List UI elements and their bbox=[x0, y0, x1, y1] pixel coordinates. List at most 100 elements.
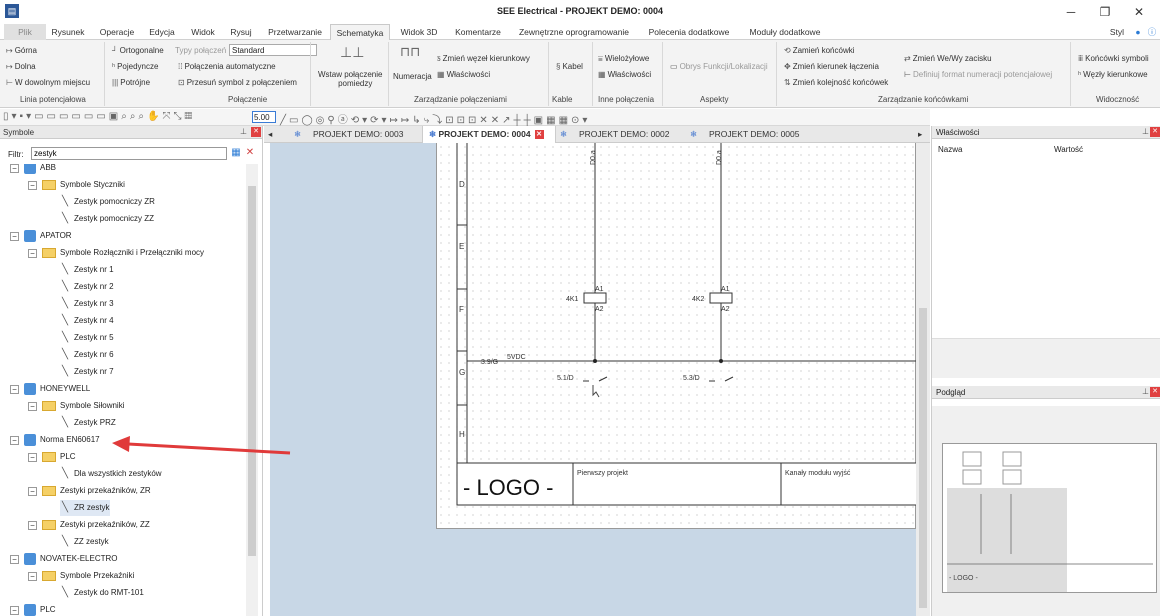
koncowki-symboli-toggle[interactable]: ⅲ Końcówki symboli bbox=[1078, 54, 1149, 63]
expand-toggle[interactable]: − bbox=[10, 164, 19, 173]
expand-toggle[interactable]: − bbox=[10, 555, 19, 564]
library-node[interactable]: NOVATEK-ELECTRO bbox=[24, 551, 118, 567]
tab-zewnetrzne[interactable]: Zewnętrzne oprogramowanie bbox=[514, 24, 634, 40]
info-icon[interactable]: ⓘ bbox=[1146, 24, 1158, 40]
folder-node[interactable]: Symbole Styczniki bbox=[42, 177, 125, 193]
kierunek-button[interactable]: ✥ Zmień kierunek łączenia bbox=[784, 62, 879, 71]
library-node[interactable]: Norma EN60617 bbox=[24, 432, 100, 448]
zoom-select[interactable]: 5.00 bbox=[252, 111, 276, 123]
format-numeracji-button[interactable]: ⊢ Definiuj format numeracji potencjałowej bbox=[904, 70, 1052, 79]
doc-tab-0002[interactable]: ❄ PROJEKT DEMO: 0002 bbox=[560, 126, 690, 143]
preview-area[interactable]: - LOGO - bbox=[932, 406, 1160, 616]
tab-komentarze[interactable]: Komentarze bbox=[450, 24, 506, 40]
przesun-button[interactable]: ⊡ Przesuń symbol z połączeniem bbox=[178, 78, 297, 87]
tab-plik[interactable]: Plik bbox=[4, 24, 46, 40]
close-icon[interactable]: ✕ bbox=[1150, 387, 1160, 397]
we-wy-button[interactable]: ⇄ Zmień We/Wy zacisku bbox=[904, 54, 992, 63]
kabel-button[interactable]: § Kabel bbox=[556, 62, 583, 71]
tab-edycja[interactable]: Edycja bbox=[144, 24, 180, 40]
tab-polecenia[interactable]: Polecenia dodatkowe bbox=[646, 24, 732, 40]
preview-viewport[interactable] bbox=[947, 488, 1067, 592]
wielozylowe-button[interactable]: ⩸ Wielożyłowe bbox=[598, 54, 649, 64]
tab-rysunek[interactable]: Rysunek bbox=[48, 24, 88, 40]
wstaw-button[interactable]: Wstaw połączenie pomiedzy bbox=[318, 70, 382, 88]
symbol-node[interactable]: ╲ Zestyk nr 5 bbox=[60, 330, 114, 346]
automatyczne-button[interactable]: ⁞⁞ Połączenia automatyczne bbox=[178, 62, 276, 71]
pin-icon[interactable]: ⊥ bbox=[1142, 127, 1149, 136]
close-icon[interactable]: ✕ bbox=[1150, 127, 1160, 137]
wlasciwosci-inne-button[interactable]: ▦ Właściwości bbox=[598, 70, 651, 79]
doc-tab-0004[interactable]: ❄ PROJEKT DEMO: 0004 ✕ bbox=[422, 126, 556, 143]
expand-toggle[interactable]: − bbox=[28, 453, 37, 462]
library-node[interactable]: APATOR bbox=[24, 228, 72, 244]
library-node[interactable]: HONEYWELL bbox=[24, 381, 90, 397]
tab-operacje[interactable]: Operacje bbox=[96, 24, 138, 40]
contact-symbol-2[interactable] bbox=[709, 376, 734, 382]
tab-widok[interactable]: Widok bbox=[186, 24, 220, 40]
close-button[interactable]: ✕ bbox=[1124, 2, 1154, 22]
expand-toggle[interactable]: − bbox=[28, 402, 37, 411]
folder-node[interactable]: Zestyki przekaźników, ZR bbox=[42, 483, 151, 499]
ortogonalne-button[interactable]: ┘ Ortogonalne bbox=[112, 46, 164, 55]
kolejnosc-button[interactable]: ⇅ Zmień kolejność końcówek bbox=[784, 78, 888, 87]
folder-node[interactable]: Symbole Przekaźniki bbox=[42, 568, 134, 584]
coil-4k1[interactable] bbox=[583, 292, 607, 304]
filter-input[interactable] bbox=[31, 147, 227, 160]
symbol-node[interactable]: ╲ ZZ zestyk bbox=[60, 534, 109, 550]
canvas-scrollbar[interactable] bbox=[916, 143, 930, 616]
symbol-node[interactable]: ╲ Zestyk nr 4 bbox=[60, 313, 114, 329]
symbol-node[interactable]: ╲ Zestyk pomocniczy ZZ bbox=[60, 211, 154, 227]
style-menu[interactable]: Styl bbox=[1102, 24, 1132, 40]
tabs-scroll-left-icon[interactable]: ◂ bbox=[268, 126, 280, 143]
filter-apply-icon[interactable]: ▦ bbox=[230, 147, 242, 159]
connection-type-select[interactable]: Standard bbox=[229, 44, 317, 56]
expand-toggle[interactable]: − bbox=[28, 572, 37, 581]
drawing-canvas[interactable]: D E F G H D0.a D0.a 4K1 4K2 A1 A2 A1 A2 … bbox=[270, 143, 917, 616]
schematic-sheet[interactable]: D E F G H D0.a D0.a 4K1 4K2 A1 A2 A1 A2 … bbox=[436, 143, 917, 529]
expand-toggle[interactable]: − bbox=[10, 385, 19, 394]
symbol-node[interactable]: ╲ Zestyk nr 6 bbox=[60, 347, 114, 363]
obrys-button[interactable]: ▭ Obrys Funkcji/Lokalizacji bbox=[670, 62, 768, 71]
symbol-node[interactable]: ╲ Zestyk nr 3 bbox=[60, 296, 114, 312]
zamien-koncowki-button[interactable]: ⟲ Zamień końcówki bbox=[784, 46, 855, 55]
filter-clear-icon[interactable]: ✕ bbox=[244, 147, 256, 159]
symbol-node[interactable]: ╲ Zestyk pomocniczy ZR bbox=[60, 194, 155, 210]
tab-przetwarzanie[interactable]: Przetwarzanie bbox=[264, 24, 326, 40]
contact-symbol-1[interactable] bbox=[583, 376, 608, 382]
tabs-scroll-right-icon[interactable]: ▸ bbox=[918, 126, 928, 143]
doc-tab-0005[interactable]: ❄ PROJEKT DEMO: 0005 bbox=[690, 126, 820, 143]
symbol-node[interactable]: ╲ Zestyk nr 2 bbox=[60, 279, 114, 295]
help-icon[interactable]: ● bbox=[1132, 24, 1144, 40]
dowolne-button[interactable]: ⊢ W dowolnym miejscu bbox=[6, 78, 90, 87]
expand-toggle[interactable]: − bbox=[10, 606, 19, 615]
symbol-node[interactable]: ╲ ZR zestyk bbox=[60, 500, 110, 516]
scroll-thumb[interactable] bbox=[919, 308, 927, 608]
folder-node[interactable]: Symbole Siłowniki bbox=[42, 398, 124, 414]
tab-rysuj[interactable]: Rysuj bbox=[226, 24, 256, 40]
pojedyncze-button[interactable]: ʰ Pojedyncze bbox=[112, 62, 158, 71]
expand-toggle[interactable]: − bbox=[28, 249, 37, 258]
tab-schematyka[interactable]: Schematyka bbox=[330, 24, 390, 40]
close-tab-icon[interactable]: ✕ bbox=[534, 130, 544, 140]
maximize-button[interactable]: ❐ bbox=[1090, 2, 1120, 22]
potrojne-button[interactable]: ||| Potrójne bbox=[112, 78, 150, 87]
toolbar-icons[interactable]: ▯▾▪▾▭▭▭▭▭▭▣⌕⌕⌕✋⤧⤡▦ bbox=[3, 111, 195, 122]
pin-icon[interactable]: ⊥ bbox=[1142, 387, 1149, 396]
folder-node[interactable]: Zestyki przekaźników, ZZ bbox=[42, 517, 150, 533]
tab-widok-3d[interactable]: Widok 3D bbox=[396, 24, 442, 40]
zmien-wezel-button[interactable]: ƽ Zmień węzeł kierunkowy bbox=[437, 54, 530, 63]
doc-tab-0003[interactable]: ❄ PROJEKT DEMO: 0003 bbox=[294, 126, 434, 143]
minimize-button[interactable]: ─ bbox=[1056, 2, 1086, 22]
scroll-thumb[interactable] bbox=[248, 186, 256, 556]
symbol-node[interactable]: ╲ Zestyk do RMT-101 bbox=[60, 585, 144, 601]
expand-toggle[interactable]: − bbox=[10, 232, 19, 241]
folder-node[interactable]: Symbole Rozłączniki i Przełączniki mocy bbox=[42, 245, 204, 261]
tree-scrollbar[interactable] bbox=[246, 164, 258, 616]
draw-tools[interactable]: ╱▭◯◎⚲ⓐ⟲▾⟳▾↦↦↳⤷⤵⊡⊡⊡✕✕↗┼┼▣▦▦⊙▾ bbox=[280, 111, 590, 126]
symbol-node[interactable]: ╲ Zestyk PRZ bbox=[60, 415, 116, 431]
wezly-kierunkowe-toggle[interactable]: ʰ Węzły kierunkowe bbox=[1078, 70, 1148, 79]
tab-moduly[interactable]: Moduły dodatkowe bbox=[744, 24, 826, 40]
numeracja-button[interactable]: Numeracja bbox=[393, 72, 432, 81]
folder-node[interactable]: PLC bbox=[42, 449, 76, 465]
expand-toggle[interactable]: − bbox=[28, 487, 37, 496]
